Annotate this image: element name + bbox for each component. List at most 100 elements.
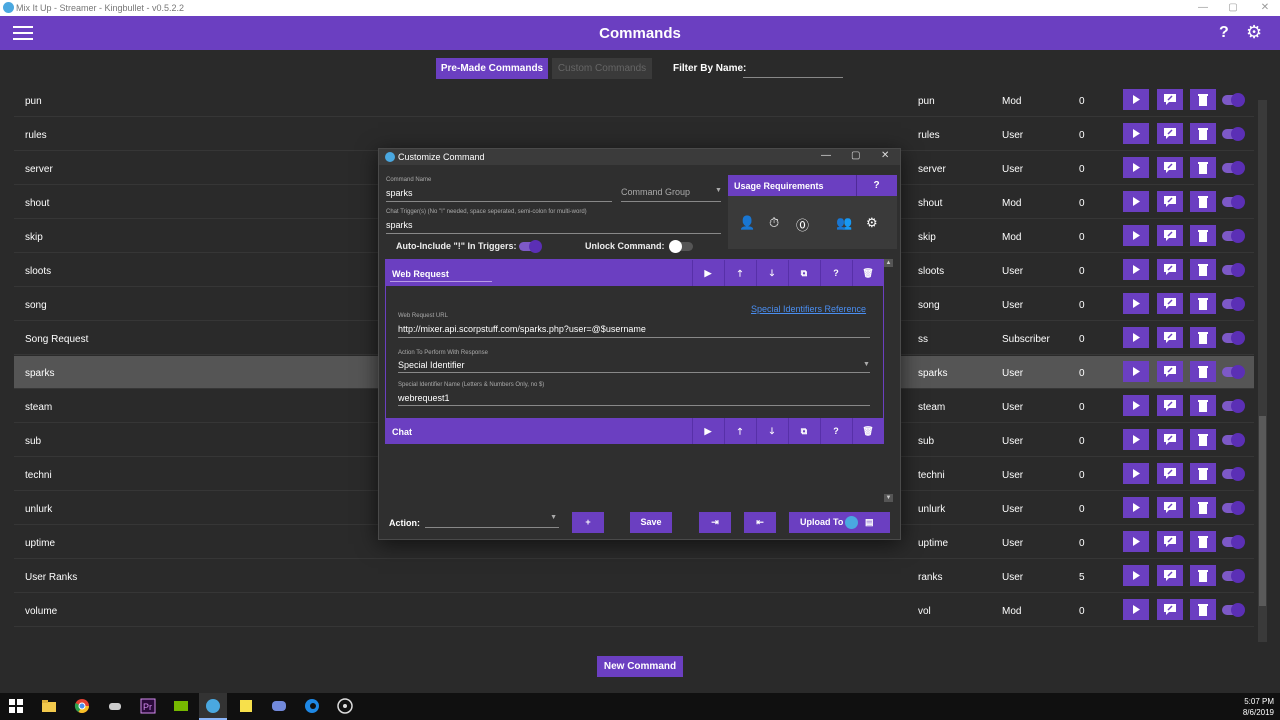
edit-button[interactable] — [1157, 157, 1183, 178]
filter-input[interactable] — [743, 58, 843, 78]
command-enabled-toggle[interactable] — [1222, 93, 1245, 107]
play-button[interactable] — [1123, 361, 1149, 382]
dialog-close-button[interactable]: ✕ — [881, 150, 889, 161]
minimize-button[interactable]: — — [1188, 0, 1218, 16]
edit-button[interactable] — [1157, 327, 1183, 348]
special-identifiers-link[interactable]: Special Identifiers Reference — [751, 304, 866, 314]
edit-button[interactable] — [1157, 463, 1183, 484]
edit-button[interactable] — [1157, 565, 1183, 586]
dialog-scroll-up-icon[interactable]: ▲ — [884, 259, 893, 267]
edit-button[interactable] — [1157, 395, 1183, 416]
chat-action-name[interactable]: Chat — [392, 427, 412, 437]
response-action-select[interactable]: Special Identifier — [398, 360, 465, 370]
play-button[interactable] — [1123, 395, 1149, 416]
file-explorer-icon[interactable] — [41, 698, 57, 714]
delete-button[interactable] — [1190, 361, 1216, 382]
upload-to-store-button[interactable]: Upload To ▤ — [789, 512, 890, 533]
table-row[interactable]: rules rules User 0 — [14, 118, 1254, 151]
edit-button[interactable] — [1157, 89, 1183, 110]
play-button[interactable] — [1123, 429, 1149, 450]
delete-button[interactable] — [1190, 599, 1216, 620]
person-add-icon[interactable]: 👤 — [739, 215, 755, 231]
tab-custom-commands[interactable]: Custom Commands — [552, 58, 652, 79]
unlock-command-toggle[interactable] — [669, 240, 693, 253]
edit-button[interactable] — [1157, 293, 1183, 314]
action-help-icon[interactable]: ? — [820, 418, 851, 444]
command-enabled-toggle[interactable] — [1222, 263, 1245, 277]
action-play-icon[interactable]: ▶ — [692, 260, 723, 286]
edit-button[interactable] — [1157, 259, 1183, 280]
command-enabled-toggle[interactable] — [1222, 433, 1245, 447]
group-icon[interactable]: 👥 — [836, 215, 852, 231]
play-button[interactable] — [1123, 123, 1149, 144]
delete-button[interactable] — [1190, 463, 1216, 484]
discord-icon[interactable] — [271, 698, 287, 714]
command-enabled-toggle[interactable] — [1222, 365, 1245, 379]
save-button[interactable]: Save — [630, 512, 672, 533]
delete-button[interactable] — [1190, 225, 1216, 246]
table-scrollbar[interactable] — [1258, 100, 1267, 642]
delete-button[interactable] — [1190, 123, 1216, 144]
edit-button[interactable] — [1157, 429, 1183, 450]
table-row[interactable]: volume vol Mod 0 — [14, 594, 1254, 627]
play-button[interactable] — [1123, 565, 1149, 586]
help-button[interactable]: ? — [1219, 24, 1229, 42]
action-play-icon[interactable]: ▶ — [692, 418, 723, 444]
scrollbar-thumb[interactable] — [1259, 416, 1266, 606]
edge-icon[interactable] — [304, 698, 320, 714]
triggers-input[interactable]: sparks — [386, 220, 413, 230]
dialog-maximize-button[interactable]: ▢ — [851, 150, 860, 161]
game-controller-icon[interactable] — [107, 698, 123, 714]
action-delete-icon[interactable]: 🗑 — [852, 260, 883, 286]
delete-button[interactable] — [1190, 395, 1216, 416]
command-enabled-toggle[interactable] — [1222, 195, 1245, 209]
play-button[interactable] — [1123, 497, 1149, 518]
command-enabled-toggle[interactable] — [1222, 569, 1245, 583]
delete-button[interactable] — [1190, 191, 1216, 212]
export-icon[interactable]: ⇥ — [699, 512, 731, 533]
obs-icon[interactable] — [337, 698, 353, 714]
command-enabled-toggle[interactable] — [1222, 297, 1245, 311]
command-enabled-toggle[interactable] — [1222, 603, 1245, 617]
edit-button[interactable] — [1157, 123, 1183, 144]
edit-button[interactable] — [1157, 599, 1183, 620]
edit-button[interactable] — [1157, 225, 1183, 246]
edit-button[interactable] — [1157, 497, 1183, 518]
action-duplicate-icon[interactable]: ⧉ — [788, 418, 819, 444]
action-move-down-icon[interactable]: 🡓 — [756, 418, 787, 444]
chevron-down-icon[interactable]: ▼ — [863, 361, 870, 368]
table-row[interactable]: User Ranks ranks User 5 — [14, 560, 1254, 593]
settings-gear-icon[interactable]: ⚙ — [1246, 22, 1262, 43]
command-enabled-toggle[interactable] — [1222, 399, 1245, 413]
delete-button[interactable] — [1190, 531, 1216, 552]
action-delete-icon[interactable]: 🗑 — [852, 418, 883, 444]
dialog-scroll-down-icon[interactable]: ▼ — [884, 494, 893, 502]
taskbar-clock[interactable]: 5:07 PM 8/6/2019 — [1243, 696, 1274, 718]
windows-start-icon[interactable] — [8, 698, 24, 714]
auto-include-toggle[interactable] — [519, 240, 542, 253]
play-button[interactable] — [1123, 327, 1149, 348]
delete-button[interactable] — [1190, 497, 1216, 518]
edit-button[interactable] — [1157, 191, 1183, 212]
play-button[interactable] — [1123, 463, 1149, 484]
play-button[interactable] — [1123, 157, 1149, 178]
play-button[interactable] — [1123, 89, 1149, 110]
add-action-button[interactable]: + — [572, 512, 604, 533]
sticky-notes-icon[interactable] — [238, 698, 254, 714]
dialog-minimize-button[interactable]: — — [821, 150, 831, 161]
action-move-down-icon[interactable]: 🡓 — [756, 260, 787, 286]
mixitup-icon[interactable] — [205, 698, 221, 714]
play-button[interactable] — [1123, 599, 1149, 620]
web-request-url-input[interactable]: http://mixer.api.scorpstuff.com/sparks.p… — [398, 324, 646, 334]
play-button[interactable] — [1123, 191, 1149, 212]
chrome-icon[interactable] — [74, 698, 90, 714]
maximize-button[interactable]: ▢ — [1218, 0, 1248, 16]
command-enabled-toggle[interactable] — [1222, 229, 1245, 243]
command-enabled-toggle[interactable] — [1222, 501, 1245, 515]
action-type-select[interactable]: ▼ — [425, 510, 559, 528]
command-enabled-toggle[interactable] — [1222, 127, 1245, 141]
action-move-up-icon[interactable]: 🡑 — [724, 418, 755, 444]
usage-requirements-header[interactable]: Usage Requirements ? — [728, 175, 897, 196]
web-request-action-header[interactable]: Web Request ▶ 🡑 🡓 ⧉ ? 🗑 — [386, 260, 883, 286]
action-duplicate-icon[interactable]: ⧉ — [788, 260, 819, 286]
